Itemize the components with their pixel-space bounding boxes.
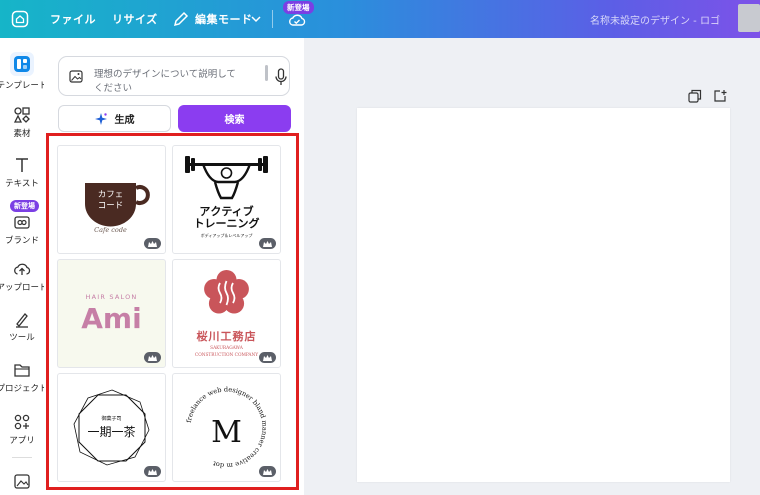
crown-icon	[144, 238, 161, 249]
card-text: ボディアップ＆レベルアップ	[201, 232, 253, 238]
rail-label: ツール	[9, 333, 35, 343]
magic-media-icon	[14, 474, 30, 489]
apps-icon	[14, 414, 30, 430]
rail-label: 素材	[13, 129, 31, 139]
template-card[interactable]: カフェ コード Cafe code	[57, 145, 166, 254]
sparkle-icon	[94, 112, 107, 125]
rail-label: テキスト	[5, 179, 39, 189]
rail-label: テンプレート	[0, 81, 48, 91]
card-text: CONSTRUCTION COMPANY	[195, 353, 258, 358]
rail-item-upload[interactable]: アップロード	[0, 260, 48, 293]
new-badge: 新登場	[10, 200, 39, 212]
elements-icon	[13, 107, 30, 123]
cafe-logo-art: カフェ コード Cafe code	[85, 183, 150, 234]
add-page-icon[interactable]	[713, 89, 727, 103]
salon-logo-art: HAIR SALON Ami	[81, 293, 141, 335]
top-bar: ファイル リサイズ 編集モード 新登場 名称未設定のデザイン - ロゴ	[0, 0, 760, 38]
generate-label: 生成	[114, 115, 135, 126]
rail-label: プロジェクト	[0, 384, 48, 394]
generate-button[interactable]: 生成	[58, 105, 171, 132]
card-text: SAKURAGAWA	[210, 346, 244, 351]
rail-item-brand[interactable]: ブランド	[0, 213, 44, 246]
card-text: Cafe code	[94, 226, 127, 234]
crown-icon	[144, 466, 161, 477]
card-text: 桜川工務店	[197, 329, 257, 343]
template-card[interactable]: アクティブ トレーニング ボディアップ＆レベルアップ	[172, 145, 281, 254]
template-icon	[10, 52, 34, 76]
rail-label: アップロード	[0, 283, 48, 293]
search-placeholder: 理想のデザインについて説明してください	[94, 69, 236, 94]
pencil-icon[interactable]	[172, 10, 190, 28]
scrollbar[interactable]	[265, 65, 268, 81]
tools-icon	[16, 313, 28, 328]
design-canvas[interactable]	[357, 108, 730, 482]
divider	[12, 457, 32, 458]
template-card[interactable]: 桜川工務店 SAKURAGAWA CONSTRUCTION COMPANY	[172, 259, 281, 368]
rail-label: アプリ	[9, 436, 35, 446]
image-add-icon[interactable]	[69, 69, 84, 84]
crown-icon	[259, 466, 276, 477]
rail-item-projects[interactable]: プロジェクト	[0, 361, 48, 394]
m-dot-logo-art: freelance web designer bland manner crea…	[185, 385, 269, 469]
edit-mode-menu[interactable]: 編集モード	[195, 11, 253, 27]
template-card[interactable]: freelance web designer bland manner crea…	[172, 373, 281, 482]
duplicate-page-icon[interactable]	[688, 89, 702, 103]
crown-icon	[259, 352, 276, 363]
microphone-icon[interactable]	[274, 68, 288, 86]
card-text: アクティブ	[199, 204, 253, 218]
rail-item-elements[interactable]: 素材	[0, 106, 44, 139]
template-card[interactable]: 御菓子司 一期一茶	[57, 373, 166, 482]
upload-icon	[14, 263, 31, 275]
card-text: M	[211, 415, 242, 450]
rail-item-magic[interactable]	[0, 472, 44, 493]
brand-icon	[14, 216, 30, 229]
resize-menu[interactable]: リサイズ	[112, 11, 158, 27]
rail-item-apps[interactable]: アプリ	[0, 413, 44, 446]
tea-logo-art: 御菓子司 一期一茶	[73, 389, 150, 466]
file-menu[interactable]: ファイル	[50, 11, 96, 27]
home-icon[interactable]	[11, 10, 29, 28]
crown-icon	[259, 238, 276, 249]
rail-item-text[interactable]: テキスト	[0, 156, 44, 189]
rail-item-tools[interactable]: ツール	[0, 310, 44, 343]
card-text: Ami	[81, 302, 141, 335]
search-input[interactable]: 理想のデザインについて説明してください	[58, 56, 290, 96]
chevron-down-icon[interactable]	[250, 13, 262, 25]
left-rail: テンプレート 素材 テキスト 新登場 ブランド アップロード ツール プロジェク…	[0, 38, 48, 495]
folder-icon	[14, 364, 30, 377]
card-text: コード	[98, 201, 124, 211]
crown-icon	[144, 352, 161, 363]
card-text: カフェ	[98, 190, 124, 200]
template-panel: 理想のデザインについて説明してください 生成 検索 カフェ コード Cafe c…	[44, 38, 304, 495]
card-text: HAIR SALON	[86, 293, 138, 301]
sakura-logo-art: 桜川工務店 SAKURAGAWA CONSTRUCTION COMPANY	[195, 270, 258, 358]
card-text: 一期一茶	[87, 424, 135, 439]
text-icon	[16, 158, 28, 172]
card-text: 御菓子司	[101, 415, 121, 422]
rail-item-templates[interactable]: テンプレート	[0, 52, 47, 91]
search-button[interactable]: 検索	[178, 105, 291, 132]
divider	[272, 10, 273, 28]
avatar[interactable]	[738, 4, 760, 32]
cloud-check-icon[interactable]	[288, 11, 306, 29]
card-text: トレーニング	[194, 216, 260, 230]
template-card[interactable]: HAIR SALON Ami	[57, 259, 166, 368]
document-title[interactable]: 名称未設定のデザイン - ロゴ	[590, 12, 720, 27]
training-logo-art: アクティブ トレーニング ボディアップ＆レベルアップ	[185, 156, 268, 238]
rail-label: ブランド	[4, 236, 39, 246]
